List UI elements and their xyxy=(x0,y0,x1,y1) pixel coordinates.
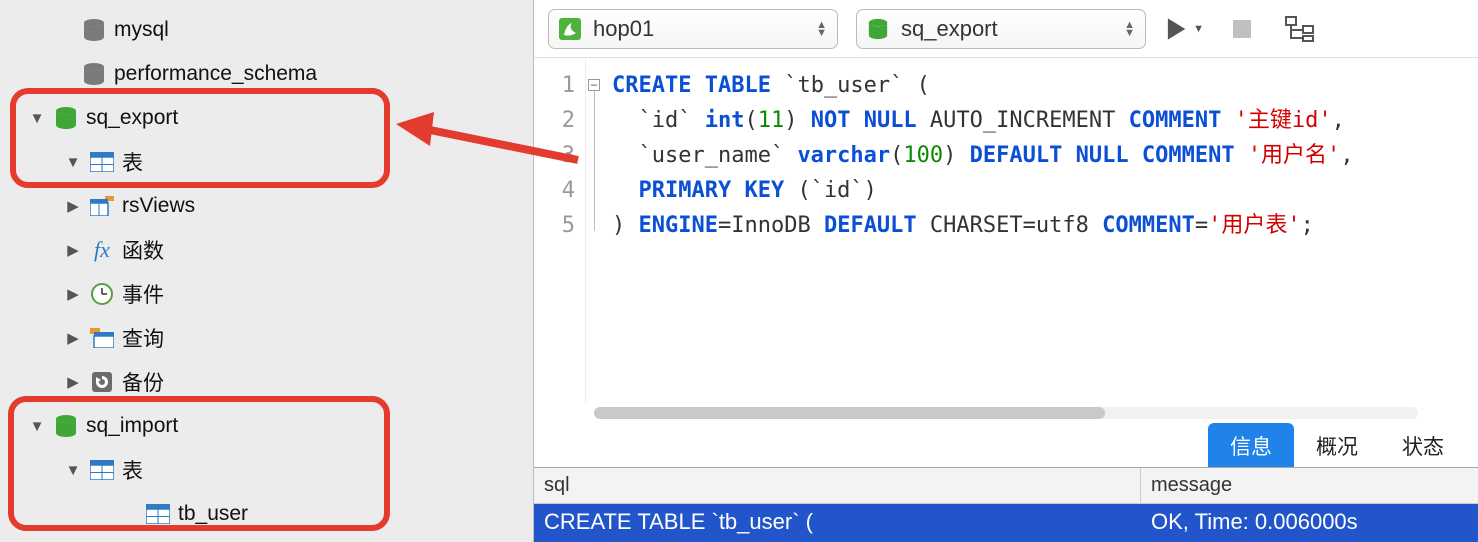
tree-item-queries[interactable]: ▶ 查询 xyxy=(0,316,533,360)
tree-arrow-expanded[interactable]: ▼ xyxy=(28,418,46,435)
fold-toggle-icon[interactable]: − xyxy=(588,79,600,91)
database-icon xyxy=(80,19,108,41)
tree-label: sq_import xyxy=(86,414,178,438)
tree-arrow-expanded[interactable]: ▼ xyxy=(64,462,82,479)
results-col-sql[interactable]: sql xyxy=(534,468,1141,503)
tree-item-functions[interactable]: ▶ fx 函数 xyxy=(0,228,533,272)
function-icon: fx xyxy=(88,237,116,263)
clock-icon xyxy=(88,283,116,305)
tree-arrow-collapsed[interactable]: ▶ xyxy=(64,373,82,391)
results-cell-message: OK, Time: 0.006000s xyxy=(1141,504,1478,542)
tree-arrow-expanded[interactable]: ▼ xyxy=(64,154,82,171)
tree-item-tables-2[interactable]: ▼ 表 xyxy=(0,448,533,492)
run-button[interactable]: ▼ xyxy=(1164,9,1204,49)
database-icon xyxy=(865,16,891,42)
tree-item-tables[interactable]: ▼ 表 xyxy=(0,140,533,184)
database-name: sq_export xyxy=(901,16,1124,42)
editor-horizontal-scrollbar[interactable] xyxy=(534,404,1478,422)
backup-icon xyxy=(88,371,116,393)
result-tabs: 信息 概况 状态 xyxy=(534,422,1478,468)
tree-arrow-collapsed[interactable]: ▶ xyxy=(64,197,82,215)
results-row[interactable]: CREATE TABLE `tb_user` ( OK, Time: 0.006… xyxy=(534,504,1478,542)
connection-selector[interactable]: hop01 ▲▼ xyxy=(548,9,838,49)
results-cell-sql: CREATE TABLE `tb_user` ( xyxy=(534,504,1141,542)
database-tree-sidebar: mysql performance_schema ▼ sq_export ▼ 表… xyxy=(0,0,534,542)
connection-name: hop01 xyxy=(593,16,816,42)
dropdown-arrows-icon: ▲▼ xyxy=(1124,21,1135,37)
navicat-icon xyxy=(557,16,583,42)
table-icon xyxy=(88,152,116,172)
tree-label: rsViews xyxy=(122,194,195,218)
tab-info[interactable]: 信息 xyxy=(1208,423,1294,467)
line-gutter: 12345 xyxy=(534,58,586,404)
table-icon xyxy=(88,460,116,480)
query-toolbar: hop01 ▲▼ sq_export ▲▼ ▼ xyxy=(534,0,1478,58)
tree-label: 函数 xyxy=(122,235,164,265)
tree-item-events[interactable]: ▶ 事件 xyxy=(0,272,533,316)
tree-label: mysql xyxy=(114,18,169,42)
stop-button[interactable] xyxy=(1222,9,1262,49)
results-header: sql message xyxy=(534,468,1478,504)
tree-item-mysql[interactable]: mysql xyxy=(0,8,533,52)
tree-label: 表 xyxy=(122,147,143,177)
tab-overview[interactable]: 概况 xyxy=(1294,423,1380,467)
database-open-icon xyxy=(52,415,80,437)
fold-gutter: − xyxy=(586,58,604,404)
results-col-message[interactable]: message xyxy=(1141,468,1478,503)
database-selector[interactable]: sq_export ▲▼ xyxy=(856,9,1146,49)
code-content[interactable]: CREATE TABLE `tb_user` ( `id` int(11) NO… xyxy=(604,58,1362,404)
explain-button[interactable] xyxy=(1280,9,1320,49)
tree-arrow-expanded[interactable]: ▼ xyxy=(28,110,46,127)
tree-item-backup[interactable]: ▶ 备份 xyxy=(0,360,533,404)
main-panel: hop01 ▲▼ sq_export ▲▼ ▼ 12345 − CREATE T… xyxy=(534,0,1478,542)
database-icon xyxy=(80,63,108,85)
tree-item-rsviews[interactable]: ▶ rsViews xyxy=(0,184,533,228)
tree-label: performance_schema xyxy=(114,62,317,86)
sql-editor[interactable]: 12345 − CREATE TABLE `tb_user` ( `id` in… xyxy=(534,58,1478,404)
tree-arrow-collapsed[interactable]: ▶ xyxy=(64,241,82,259)
query-icon xyxy=(88,328,116,348)
tree-item-sq-import[interactable]: ▼ sq_import xyxy=(0,404,533,448)
tree-label: sq_export xyxy=(86,106,178,130)
tree-item-performance-schema[interactable]: performance_schema xyxy=(0,52,533,96)
tree-label: 查询 xyxy=(122,323,164,353)
tree-label: 表 xyxy=(122,455,143,485)
tree-arrow-collapsed[interactable]: ▶ xyxy=(64,329,82,347)
tree-label: 备份 xyxy=(122,367,164,397)
tab-status[interactable]: 状态 xyxy=(1380,423,1466,467)
dropdown-arrows-icon: ▲▼ xyxy=(816,21,827,37)
tree-label: 事件 xyxy=(122,279,164,309)
tree-label: tb_user xyxy=(178,502,248,526)
views-icon xyxy=(88,196,116,216)
tree-arrow-collapsed[interactable]: ▶ xyxy=(64,285,82,303)
tree-item-sq-export[interactable]: ▼ sq_export xyxy=(0,96,533,140)
results-panel: sql message CREATE TABLE `tb_user` ( OK,… xyxy=(534,468,1478,542)
table-icon xyxy=(144,504,172,524)
tree-item-tb-user[interactable]: tb_user xyxy=(0,492,533,536)
database-open-icon xyxy=(52,107,80,129)
